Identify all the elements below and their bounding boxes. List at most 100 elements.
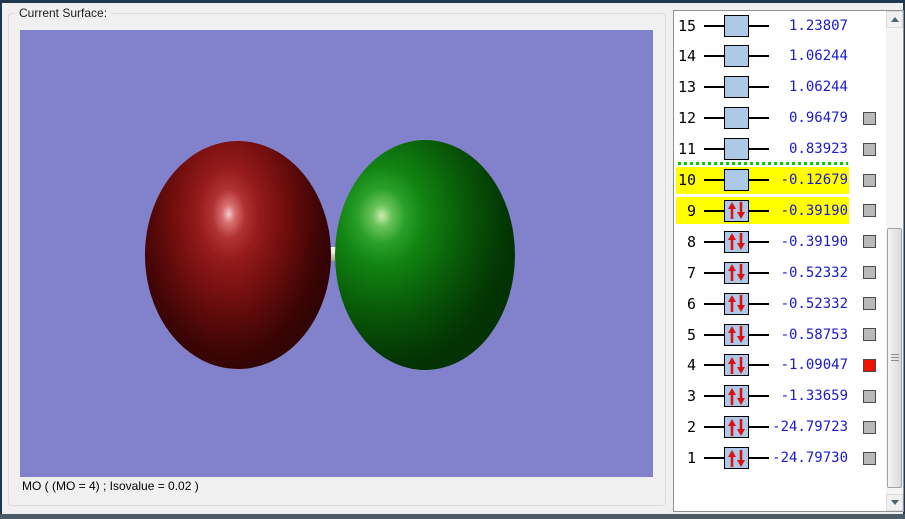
mo-energy-value: 1.06244 (788, 79, 848, 96)
electron-arrows-icon (728, 295, 745, 313)
orbital-level-box-icon[interactable] (724, 385, 749, 408)
level-line-right (749, 302, 769, 305)
electron-arrows-icon (728, 233, 745, 251)
mo-row-wrap: 1 -24.79730 (674, 445, 884, 472)
triangle-down-icon (890, 500, 899, 505)
mo-checkbox[interactable] (863, 358, 876, 372)
mo-number: 7 (686, 263, 696, 282)
mo-energy-value: -0.58753 (780, 326, 848, 343)
window-border-bottom (0, 514, 905, 519)
mo-row-3[interactable]: 3 -1.33659 (676, 383, 849, 410)
mo-checkbox[interactable] (863, 266, 876, 280)
level-line-right (749, 179, 769, 181)
mo-energy-value: 1.06244 (788, 48, 848, 65)
level-line-left (704, 117, 724, 120)
molecule-viewport[interactable] (20, 30, 653, 477)
mo-list-scrollbar[interactable] (886, 11, 903, 511)
mo-energy-value: -0.12679 (780, 172, 848, 188)
level-line-left (704, 86, 724, 89)
orbital-level-box-icon[interactable] (724, 292, 749, 315)
mo-lobe-negative (145, 141, 331, 369)
orbital-level-box-icon[interactable] (724, 354, 749, 377)
level-line-right (749, 24, 769, 27)
orbital-level-box-icon[interactable] (724, 14, 749, 37)
level-line-left (704, 426, 724, 429)
mo-checkbox[interactable] (863, 235, 876, 249)
level-line-left (704, 24, 724, 27)
mo-row-wrap: 2 -24.79723 (674, 414, 884, 441)
mo-row-10[interactable]: 10 -0.12679 (676, 166, 849, 194)
orbital-level-box-icon[interactable] (724, 45, 749, 68)
mo-row-6[interactable]: 6 -0.52332 (676, 290, 849, 317)
scroll-up-button[interactable] (886, 11, 903, 28)
mo-row-wrap: 11 0.83923 (674, 136, 884, 163)
mo-lobe-positive (335, 140, 515, 370)
level-line-right (749, 333, 769, 336)
window-border-top (0, 0, 905, 3)
level-line-right (749, 148, 769, 151)
mo-row-8[interactable]: 8 -0.39190 (676, 228, 849, 255)
mo-row-wrap: 15 1.23807 (674, 12, 884, 39)
mo-row-wrap: 8 -0.39190 (674, 228, 884, 255)
mo-row-2[interactable]: 2 -24.79723 (676, 414, 849, 441)
mo-row-7[interactable]: 7 -0.52332 (676, 259, 849, 286)
mo-row-5[interactable]: 5 -0.58753 (676, 321, 849, 348)
level-line-left (704, 364, 724, 367)
mo-row-wrap: 7 -0.52332 (674, 259, 884, 286)
mo-checkbox[interactable] (863, 297, 876, 311)
mo-checkbox[interactable] (863, 389, 876, 403)
mo-row-14[interactable]: 14 1.06244 (676, 43, 849, 70)
mo-row-15[interactable]: 15 1.23807 (676, 12, 849, 39)
electron-arrows-icon (728, 326, 745, 343)
level-line-left (704, 302, 724, 305)
mo-row-wrap: 3 -1.33659 (674, 383, 884, 410)
mo-checkbox[interactable] (863, 328, 876, 341)
level-line-right (749, 240, 769, 243)
level-line-right (749, 364, 769, 367)
electron-arrows-icon (728, 387, 745, 405)
orbital-level-box-icon[interactable] (724, 447, 749, 470)
mo-row-13[interactable]: 13 1.06244 (676, 74, 849, 101)
level-line-left (704, 457, 724, 460)
mo-row-wrap: 5 -0.58753 (674, 321, 884, 348)
orbital-level-box-icon[interactable] (724, 261, 749, 284)
mo-checkbox[interactable] (863, 142, 876, 156)
mo-checkbox[interactable] (863, 451, 876, 465)
mo-number: 15 (677, 16, 696, 35)
mo-row-4[interactable]: 4 -1.09047 (676, 352, 849, 379)
level-line-left (704, 148, 724, 151)
scroll-down-button[interactable] (886, 494, 903, 511)
level-line-right (749, 457, 769, 460)
triangle-up-icon (890, 17, 899, 22)
orbital-level-box-icon[interactable] (724, 107, 749, 130)
mo-number: 13 (677, 78, 696, 97)
level-line-left (704, 395, 724, 398)
mo-number: 11 (677, 140, 696, 159)
orbital-level-box-icon[interactable] (724, 230, 749, 253)
mo-row-12[interactable]: 12 0.96479 (676, 105, 849, 132)
level-line-right (749, 55, 769, 58)
mo-checkbox[interactable] (863, 173, 876, 187)
mo-checkbox[interactable] (863, 420, 876, 434)
scrollbar-thumb[interactable] (887, 228, 902, 488)
mo-checkbox[interactable] (863, 204, 876, 218)
mo-row-11[interactable]: 11 0.83923 (676, 136, 849, 163)
mo-energy-value: -0.39190 (780, 233, 848, 250)
orbital-level-box-icon[interactable] (724, 169, 749, 191)
mo-row-9[interactable]: 9 -0.39190 (676, 197, 849, 225)
mo-checkbox[interactable] (863, 111, 876, 125)
mo-row-1[interactable]: 1 -24.79730 (676, 445, 849, 472)
orbital-level-box-icon[interactable] (724, 416, 749, 439)
orbital-level-box-icon[interactable] (724, 323, 749, 346)
orbital-level-box-icon[interactable] (724, 138, 749, 161)
mo-energy-value: 0.96479 (788, 110, 848, 127)
level-line-right (749, 117, 769, 120)
level-line-left (704, 333, 724, 336)
orbital-level-box-icon[interactable] (724, 199, 749, 222)
groupbox-label: Current Surface: (15, 6, 112, 20)
level-line-right (749, 86, 769, 89)
level-line-left (704, 209, 724, 212)
mo-number: 10 (677, 171, 696, 189)
orbital-level-box-icon[interactable] (724, 76, 749, 99)
mo-energy-value: -1.33659 (780, 388, 848, 405)
